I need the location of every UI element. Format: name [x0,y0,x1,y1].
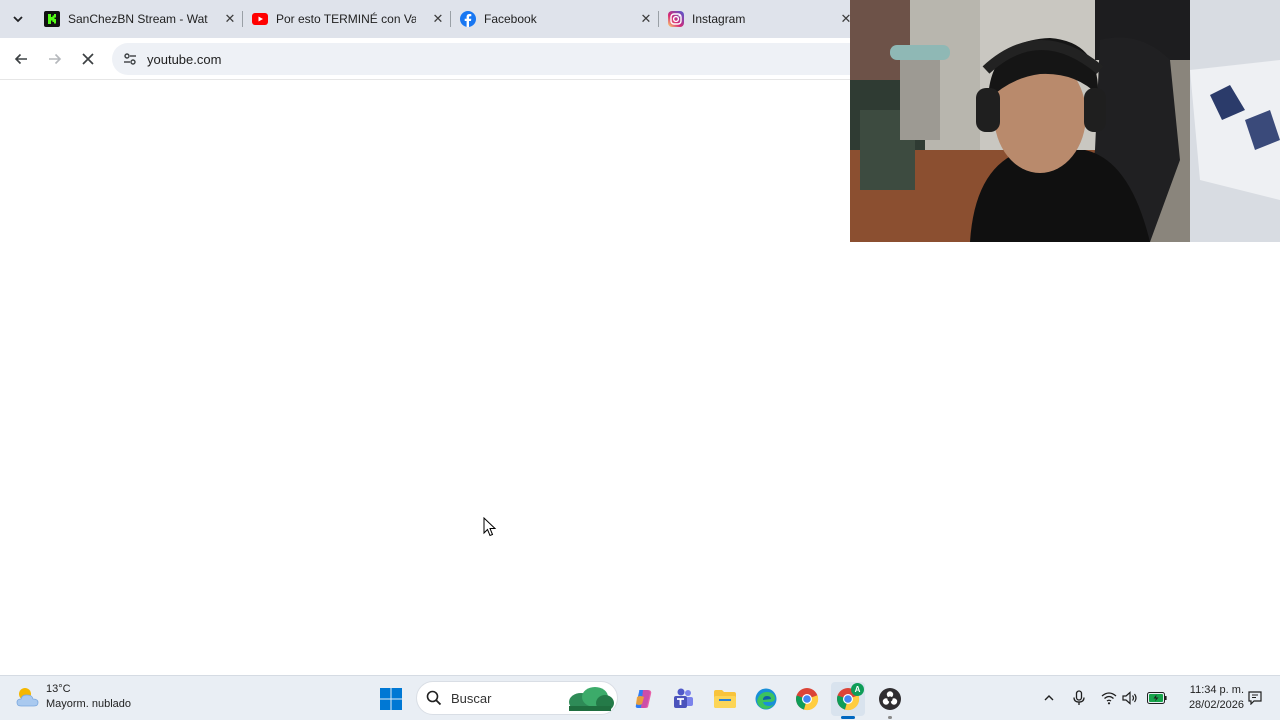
address-bar-url: youtube.com [147,51,222,67]
notification-icon [1248,691,1262,705]
obs-icon [879,688,901,710]
volume-button[interactable] [1120,688,1140,708]
edge-icon [755,688,777,710]
windows-taskbar: 13°C Mayorm. nublado Buscar A 11:34 p. m… [0,675,1280,720]
tab-facebook[interactable]: Facebook ✕ [452,0,658,38]
search-icon [419,683,449,713]
network-button[interactable] [1099,688,1119,708]
battery-button[interactable] [1146,688,1168,708]
partly-cloudy-icon [16,688,39,707]
weather-widget[interactable]: 13°C Mayorm. nublado [14,682,131,712]
close-tab-icon[interactable]: ✕ [430,11,446,27]
desktop-screen: SanChezBN Stream - Watch ✕ Por esto TERM… [0,0,1280,720]
edge-button[interactable] [749,682,783,716]
kick-icon [44,11,60,27]
battery-charging-icon [1147,692,1167,704]
microphone-icon [1073,690,1085,705]
back-button[interactable] [8,46,34,72]
notifications-button[interactable] [1245,688,1265,708]
site-settings-icon[interactable] [116,45,144,73]
show-hidden-icons-button[interactable] [1039,688,1059,708]
running-app-indicator [888,716,892,719]
wifi-icon [1101,692,1117,705]
tab-title: Instagram [692,12,746,26]
close-tab-icon[interactable]: ✕ [638,11,654,27]
obs-button[interactable] [873,682,907,719]
weather-condition: Mayorm. nublado [46,698,131,710]
tab-title: Facebook [484,12,537,26]
forward-button[interactable] [42,46,68,72]
webcam-feed-image [850,0,1280,242]
weather-temperature: 13°C [46,683,71,695]
profile-badge: A [851,683,864,696]
active-app-indicator [841,716,855,719]
file-explorer-icon [714,690,736,708]
arrow-left-icon [14,53,27,65]
speaker-icon [1122,691,1137,705]
tab-instagram[interactable]: Instagram ✕ [660,0,860,38]
search-highlight-icon [569,687,614,711]
clock-date: 28/02/2026 [1188,699,1244,711]
copilot-button[interactable] [626,682,660,716]
tab-separator [658,11,659,27]
chrome-button[interactable] [790,682,824,716]
tab-title: Por esto TERMINÉ con Valeri [276,12,416,26]
webcam-overlay [850,0,1280,242]
chrome-profile-button[interactable]: A [831,682,865,719]
close-tab-icon[interactable]: ✕ [222,11,238,27]
file-explorer-button[interactable] [708,682,742,716]
tab-kick-stream[interactable]: SanChezBN Stream - Watch ✕ [36,0,242,38]
tab-title: SanChezBN Stream - Watch [68,12,208,26]
close-icon [82,53,94,65]
teams-button[interactable] [666,682,700,716]
windows-start-icon [380,688,402,710]
mouse-cursor-icon [483,517,497,537]
clock-time: 11:34 p. m. [1189,684,1244,696]
facebook-icon [460,11,476,27]
search-placeholder: Buscar [451,690,492,706]
stop-loading-button[interactable] [75,46,101,72]
arrow-right-icon [49,53,62,65]
taskbar-search[interactable]: Buscar [416,681,618,715]
microphone-button[interactable] [1069,688,1089,708]
tab-separator [450,11,451,27]
chevron-down-icon [13,16,23,23]
chrome-icon [796,688,819,711]
tab-separator [242,11,243,27]
tab-youtube-video[interactable]: Por esto TERMINÉ con Valeri ✕ [244,0,450,38]
start-button[interactable] [374,682,408,716]
taskbar-clock[interactable]: 11:34 p. m. 28/02/2026 [1176,683,1244,713]
youtube-icon [252,11,268,27]
chevron-up-icon [1044,695,1054,701]
instagram-icon [668,11,684,27]
copilot-icon [635,690,652,708]
teams-icon [674,688,693,708]
tab-search-button[interactable] [8,9,28,29]
